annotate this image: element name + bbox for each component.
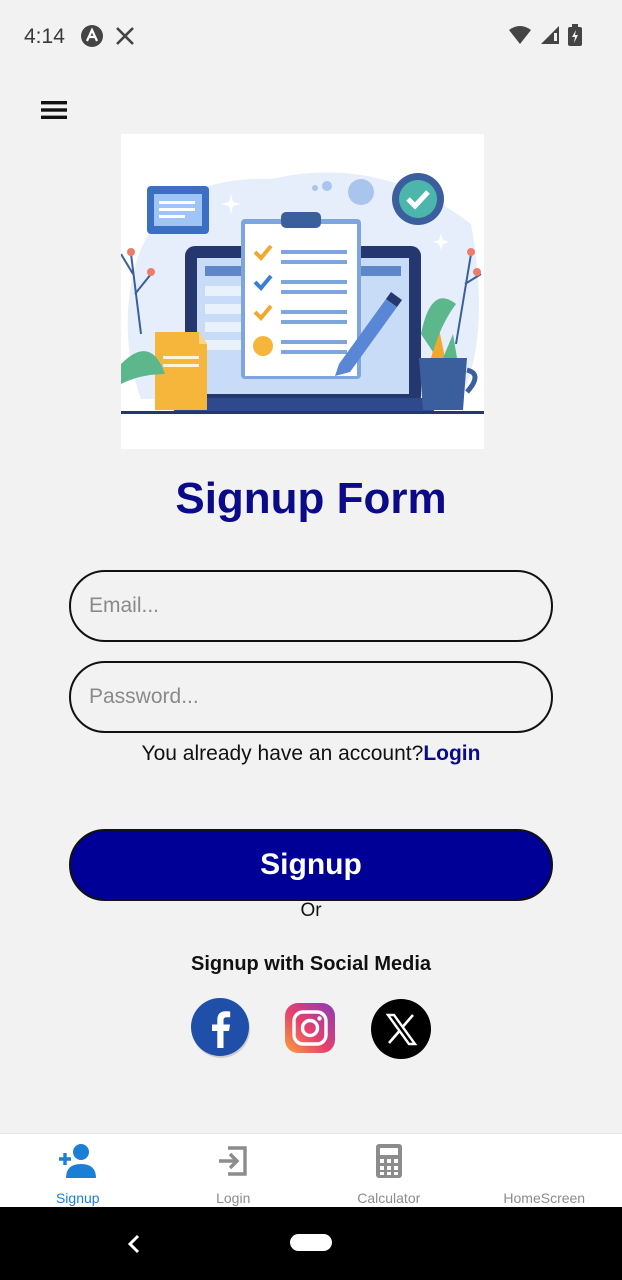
home-pill[interactable] bbox=[290, 1234, 332, 1251]
hero-illustration bbox=[121, 134, 484, 449]
nav-label-login: Login bbox=[216, 1190, 251, 1206]
nav-label-signup: Signup bbox=[55, 1190, 100, 1206]
password-field[interactable] bbox=[71, 663, 551, 731]
signup-button[interactable]: Signup bbox=[69, 829, 553, 901]
nav-item-signup[interactable]: Signup bbox=[0, 1134, 156, 1207]
back-button[interactable] bbox=[124, 1233, 144, 1255]
status-bar: 4:14 bbox=[0, 0, 622, 72]
add-user-icon bbox=[57, 1142, 99, 1187]
social-title: Signup with Social Media bbox=[190, 953, 432, 975]
status-left-icons bbox=[80, 24, 136, 53]
status-right-icons bbox=[508, 24, 582, 51]
account-prompt-text: You already have an account? bbox=[141, 742, 424, 765]
login-icon bbox=[216, 1142, 250, 1185]
calculator-icon bbox=[374, 1142, 404, 1185]
battery-icon bbox=[568, 24, 582, 51]
back-chevron-icon bbox=[124, 1234, 144, 1259]
nav-item-calculator[interactable]: Calculator bbox=[311, 1134, 467, 1207]
wifi-icon bbox=[508, 25, 532, 50]
password-field-wrapper bbox=[69, 661, 553, 733]
menu-button[interactable] bbox=[38, 96, 70, 124]
instagram-button[interactable] bbox=[282, 1000, 338, 1056]
or-separator: Or bbox=[300, 900, 322, 918]
nav-item-homescreen[interactable]: HomeScreen bbox=[467, 1134, 622, 1207]
x-button[interactable] bbox=[370, 998, 431, 1059]
facebook-button[interactable] bbox=[191, 998, 251, 1058]
app-a-icon bbox=[80, 24, 104, 53]
hamburger-icon bbox=[38, 101, 70, 128]
email-field-wrapper bbox=[69, 570, 553, 642]
instagram-icon bbox=[282, 1003, 338, 1060]
login-link[interactable]: Login bbox=[423, 742, 480, 765]
page-title: Signup Form bbox=[175, 474, 447, 523]
x-icon bbox=[370, 999, 432, 1064]
signal-icon bbox=[540, 25, 560, 50]
email-field[interactable] bbox=[71, 572, 551, 640]
bottom-navigation: Signup Login Calculator HomeScreen bbox=[0, 1133, 622, 1207]
x-logo-icon bbox=[114, 25, 136, 52]
facebook-icon bbox=[191, 998, 251, 1062]
status-time: 4:14 bbox=[24, 25, 65, 48]
nav-item-login[interactable]: Login bbox=[156, 1134, 312, 1207]
system-navigation-bar bbox=[0, 1207, 622, 1280]
nav-label-homescreen: HomeScreen bbox=[503, 1190, 586, 1206]
nav-label-calculator: Calculator bbox=[357, 1190, 421, 1206]
account-prompt-row: You already have an account?Login bbox=[0, 742, 622, 766]
